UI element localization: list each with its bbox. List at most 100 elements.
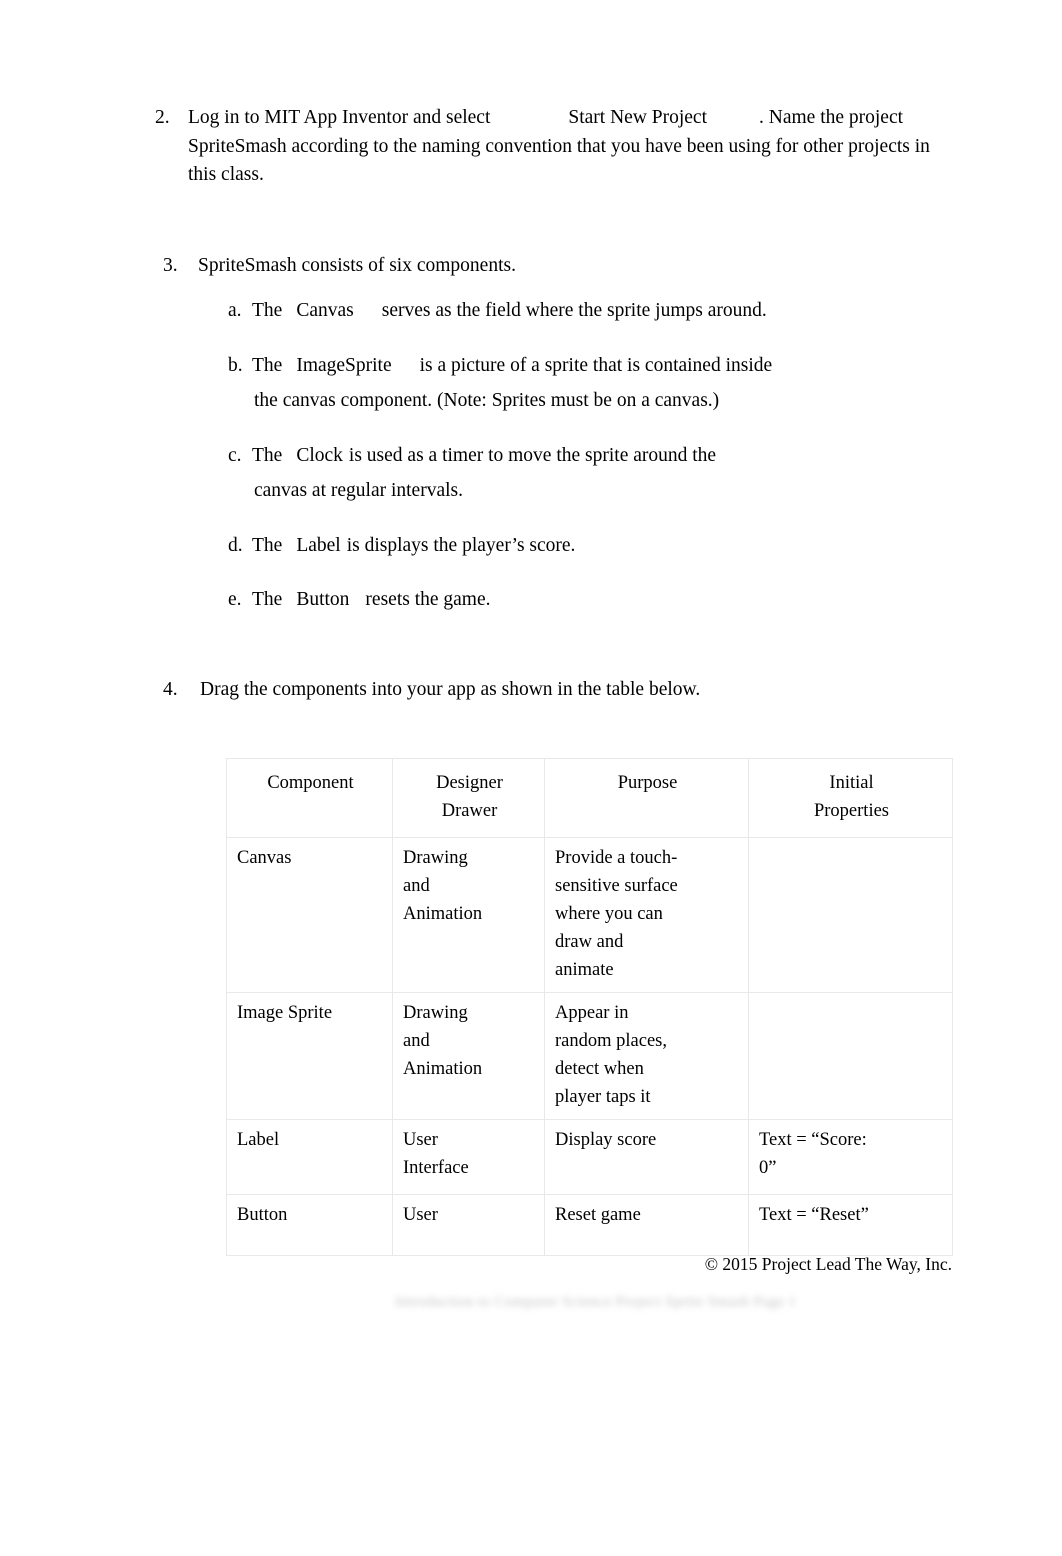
cell-line: draw and xyxy=(555,932,624,952)
cell-line: User xyxy=(403,1130,438,1150)
sublist-item-c-marker: c. xyxy=(228,444,242,466)
cell-line: and xyxy=(403,876,430,896)
list-item-4-marker: 4. xyxy=(163,679,178,700)
table-row: Label User Interface Display score Text … xyxy=(226,1119,953,1195)
sublist-item-a-body: The Canvas serves as the field where the s… xyxy=(252,300,767,321)
sublist-item-c-body: The Clock is used as a timer to move the s… xyxy=(228,445,948,506)
fillin-answer-imagesprite: ImageSprite xyxy=(296,354,392,376)
sublist-item-a-lead: The xyxy=(252,300,283,321)
cell-designer-drawer: User Interface xyxy=(392,1119,545,1195)
cell-line: where you can xyxy=(555,904,663,924)
cell-line: Reset game xyxy=(555,1205,641,1225)
cell-line: Text = “Score: xyxy=(759,1130,867,1150)
table-row: Canvas Drawing and Animation Provide a t… xyxy=(226,837,953,993)
column-header-purpose-line1: Purpose xyxy=(617,773,678,793)
sublist-item-a-rest: serves as the field where the sprite jum… xyxy=(381,300,767,321)
sublist-item-b-continuation: the canvas component. (Note: Sprites mus… xyxy=(254,390,720,411)
cell-initial-properties: Text = “Score: 0” xyxy=(748,1119,953,1195)
cell-designer-drawer: Drawing and Animation xyxy=(392,837,545,993)
list-item-4-body: Drag the components into your app as sho… xyxy=(200,679,701,700)
list-item-3-body: SpriteSmash consists of six components. xyxy=(198,255,516,276)
components-table: Component Designer Drawer Purpose Initia… xyxy=(226,758,953,1256)
cell-designer-drawer: User xyxy=(392,1194,545,1256)
sublist-item-c-continuation: canvas at regular intervals. xyxy=(254,480,463,501)
sublist-components: a. The Canvas serves as the field where th… xyxy=(228,297,948,641)
list-item-3: 3. SpriteSmash consists of six component… xyxy=(163,252,963,281)
sublist-item-d-body: The Label is displays the player’s score. xyxy=(252,535,575,556)
cell-line: Appear in xyxy=(555,1003,629,1023)
sublist-item-e-lead: The xyxy=(252,589,283,610)
cell-purpose: Provide a touch- sensitive surface where… xyxy=(544,837,749,993)
fillin-answer-canvas: Canvas xyxy=(296,300,354,321)
cell-line: User xyxy=(403,1205,438,1225)
cell-line: Interface xyxy=(403,1158,469,1178)
sublist-item-d: d. The Label is displays the player’s scor… xyxy=(228,532,948,561)
list-item-2-text-before: Log in to MIT App Inventor and select xyxy=(188,107,491,128)
list-item-2-marker: 2. xyxy=(155,107,170,128)
sublist-item-c: c. The Clock is used as a timer to move th… xyxy=(228,442,948,506)
sublist-item-b-rest: is a picture of a sprite that is contain… xyxy=(419,354,773,376)
cell-line: animate xyxy=(555,960,614,980)
cell-line: sensitive surface xyxy=(555,876,678,896)
sublist-item-c-rest: is used as a timer to move the sprite ar… xyxy=(348,444,717,466)
sublist-item-d-rest: is displays the player’s score. xyxy=(346,534,576,556)
sublist-item-b-marker: b. xyxy=(228,354,243,376)
list-item-2-body: Log in to MIT App Inventor and select Sta… xyxy=(188,104,945,190)
cell-purpose: Appear in random places, detect when pla… xyxy=(544,992,749,1120)
cell-initial-properties xyxy=(748,837,953,993)
table-row: Image Sprite Drawing and Animation Appea… xyxy=(226,992,953,1120)
cell-line: Drawing xyxy=(403,848,468,868)
copyright-notice: © 2015 Project Lead The Way, Inc. xyxy=(704,1254,952,1274)
cell-purpose: Display score xyxy=(544,1119,749,1195)
fillin-answer-start-new-project: Start New Project xyxy=(568,107,708,128)
cell-line: Animation xyxy=(403,1059,483,1079)
document-page: 2. Log in to MIT App Inventor and select… xyxy=(0,0,1062,1556)
cell-component: Canvas xyxy=(226,837,393,993)
cell-line: Display score xyxy=(555,1130,657,1150)
cell-line: Provide a touch- xyxy=(555,848,678,868)
cell-line: Animation xyxy=(403,904,483,924)
sublist-item-c-lead: The xyxy=(252,444,283,466)
running-footer: Introduction to Computer Science Project… xyxy=(395,1294,797,1310)
sublist-item-b-lead: The xyxy=(252,354,283,376)
sublist-item-b: b. The ImageSprite is a picture of a sprit… xyxy=(228,352,948,416)
cell-line: detect when xyxy=(555,1059,644,1079)
column-header-initial-properties: Initial Properties xyxy=(748,758,953,838)
sublist-item-a-marker: a. xyxy=(228,300,242,321)
sublist-item-e-body: The Button resets the game. xyxy=(252,589,491,610)
fillin-answer-clock: Clock xyxy=(296,444,343,466)
cell-line: random places, xyxy=(555,1031,667,1051)
column-header-designer-drawer-line2: Drawer xyxy=(441,801,498,821)
sublist-item-d-marker: d. xyxy=(228,534,243,556)
list-item-4: 4. Drag the components into your app as … xyxy=(163,676,963,705)
column-header-purpose: Purpose xyxy=(544,758,749,838)
fillin-answer-label: Label xyxy=(296,534,341,556)
sublist-item-e-rest: resets the game. xyxy=(365,589,491,610)
list-item-3-marker: 3. xyxy=(163,255,178,276)
table-row: Button User Reset game Text = “Reset” xyxy=(226,1194,953,1256)
sublist-item-b-body: The ImageSprite is a picture of a sprite t… xyxy=(228,355,948,416)
cell-line: Text = “Reset” xyxy=(759,1205,869,1225)
cell-line: and xyxy=(403,1031,430,1051)
cell-line: player taps it xyxy=(555,1087,651,1107)
cell-component: Button xyxy=(226,1194,393,1256)
cell-initial-properties: Text = “Reset” xyxy=(748,1194,953,1256)
column-header-component: Component xyxy=(226,758,393,838)
column-header-component-line1: Component xyxy=(267,773,354,793)
cell-line: Drawing xyxy=(403,1003,468,1023)
table-header-row: Component Designer Drawer Purpose Initia… xyxy=(226,758,953,838)
column-header-designer-drawer: Designer Drawer xyxy=(392,758,545,838)
cell-purpose: Reset game xyxy=(544,1194,749,1256)
cell-designer-drawer: Drawing and Animation xyxy=(392,992,545,1120)
list-item-2: 2. Log in to MIT App Inventor and select… xyxy=(155,104,945,190)
column-header-designer-drawer-line1: Designer xyxy=(436,773,503,793)
table-header: Component Designer Drawer Purpose Initia… xyxy=(226,758,953,838)
cell-component: Image Sprite xyxy=(226,992,393,1120)
cell-component: Label xyxy=(226,1119,393,1195)
column-header-initial-properties-line2: Properties xyxy=(813,801,889,821)
cell-initial-properties xyxy=(748,992,953,1120)
sublist-item-a: a. The Canvas serves as the field where th… xyxy=(228,297,948,326)
sublist-item-e: e. The Button resets the game. xyxy=(228,586,948,615)
table-body: Canvas Drawing and Animation Provide a t… xyxy=(226,837,953,1256)
sublist-item-e-marker: e. xyxy=(228,589,242,610)
